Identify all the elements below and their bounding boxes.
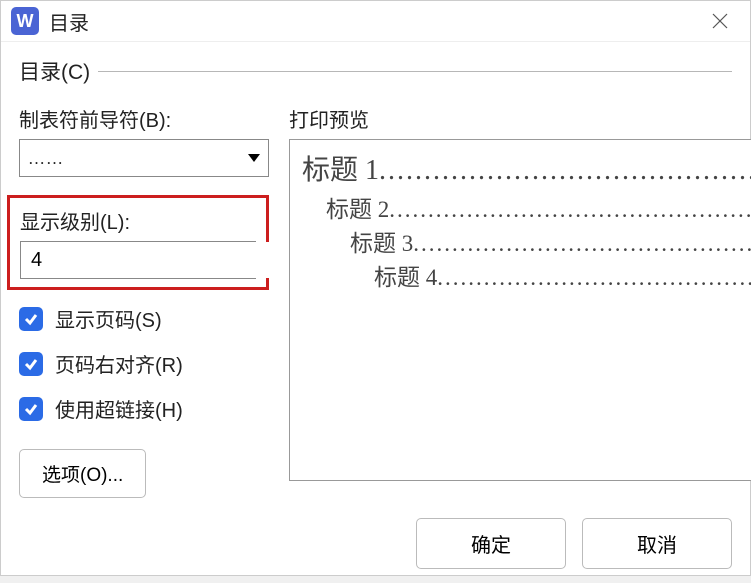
options-button[interactable]: 选项(O)... <box>19 449 146 498</box>
checkbox-checked-icon <box>19 397 43 421</box>
preview-title: 标题 3 <box>350 224 413 258</box>
section-divider <box>98 71 732 72</box>
checkbox-checked-icon <box>19 307 43 331</box>
hyperlinks-checkbox[interactable]: 使用超链接(H) <box>19 394 269 423</box>
levels-input[interactable] <box>21 242 306 278</box>
levels-spinner[interactable] <box>20 241 256 279</box>
levels-label: 显示级别(L): <box>20 206 256 235</box>
print-preview: 标题 1 ...................................… <box>289 139 751 481</box>
chevron-down-icon <box>248 149 260 167</box>
titlebar: W 目录 <box>1 1 750 42</box>
preview-line: 标题 4 ...................................… <box>302 258 751 292</box>
preview-line: 标题 3 ...................................… <box>302 224 751 258</box>
preview-dots: ........................................… <box>437 265 751 291</box>
preview-dots: ........................................… <box>413 231 751 257</box>
section-header: 目录(C) <box>19 56 732 86</box>
preview-dots: ........................................… <box>379 155 751 187</box>
checkbox-checked-icon <box>19 352 43 376</box>
right-align-checkbox[interactable]: 页码右对齐(R) <box>19 349 269 378</box>
cancel-button[interactable]: 取消 <box>582 518 732 569</box>
leader-label: 制表符前导符(B): <box>19 104 269 133</box>
show-page-label: 显示页码(S) <box>55 304 162 333</box>
levels-highlight: 显示级别(L): <box>7 195 269 290</box>
hyperlinks-label: 使用超链接(H) <box>55 394 183 423</box>
preview-title: 标题 4 <box>374 258 437 292</box>
preview-title: 标题 1 <box>302 148 379 188</box>
toc-dialog: W 目录 目录(C) 制表符前导符(B): …… 显示级别(L): <box>0 0 751 576</box>
leader-combobox[interactable]: …… <box>19 139 269 177</box>
preview-title: 标题 2 <box>326 190 389 224</box>
dialog-footer: 确定 取消 <box>1 508 750 583</box>
show-page-checkbox[interactable]: 显示页码(S) <box>19 304 269 333</box>
preview-line: 标题 2 ...................................… <box>302 190 751 224</box>
preview-label: 打印预览 <box>289 104 751 133</box>
preview-dots: ........................................… <box>389 197 751 223</box>
ok-button[interactable]: 确定 <box>416 518 566 569</box>
right-align-label: 页码右对齐(R) <box>55 349 183 378</box>
close-icon <box>710 11 730 31</box>
preview-line: 标题 1 ...................................… <box>302 148 751 188</box>
app-icon: W <box>11 7 39 35</box>
dialog-title: 目录 <box>49 7 89 36</box>
close-button[interactable] <box>700 1 740 41</box>
section-title: 目录(C) <box>19 56 90 86</box>
leader-value: …… <box>28 150 248 167</box>
